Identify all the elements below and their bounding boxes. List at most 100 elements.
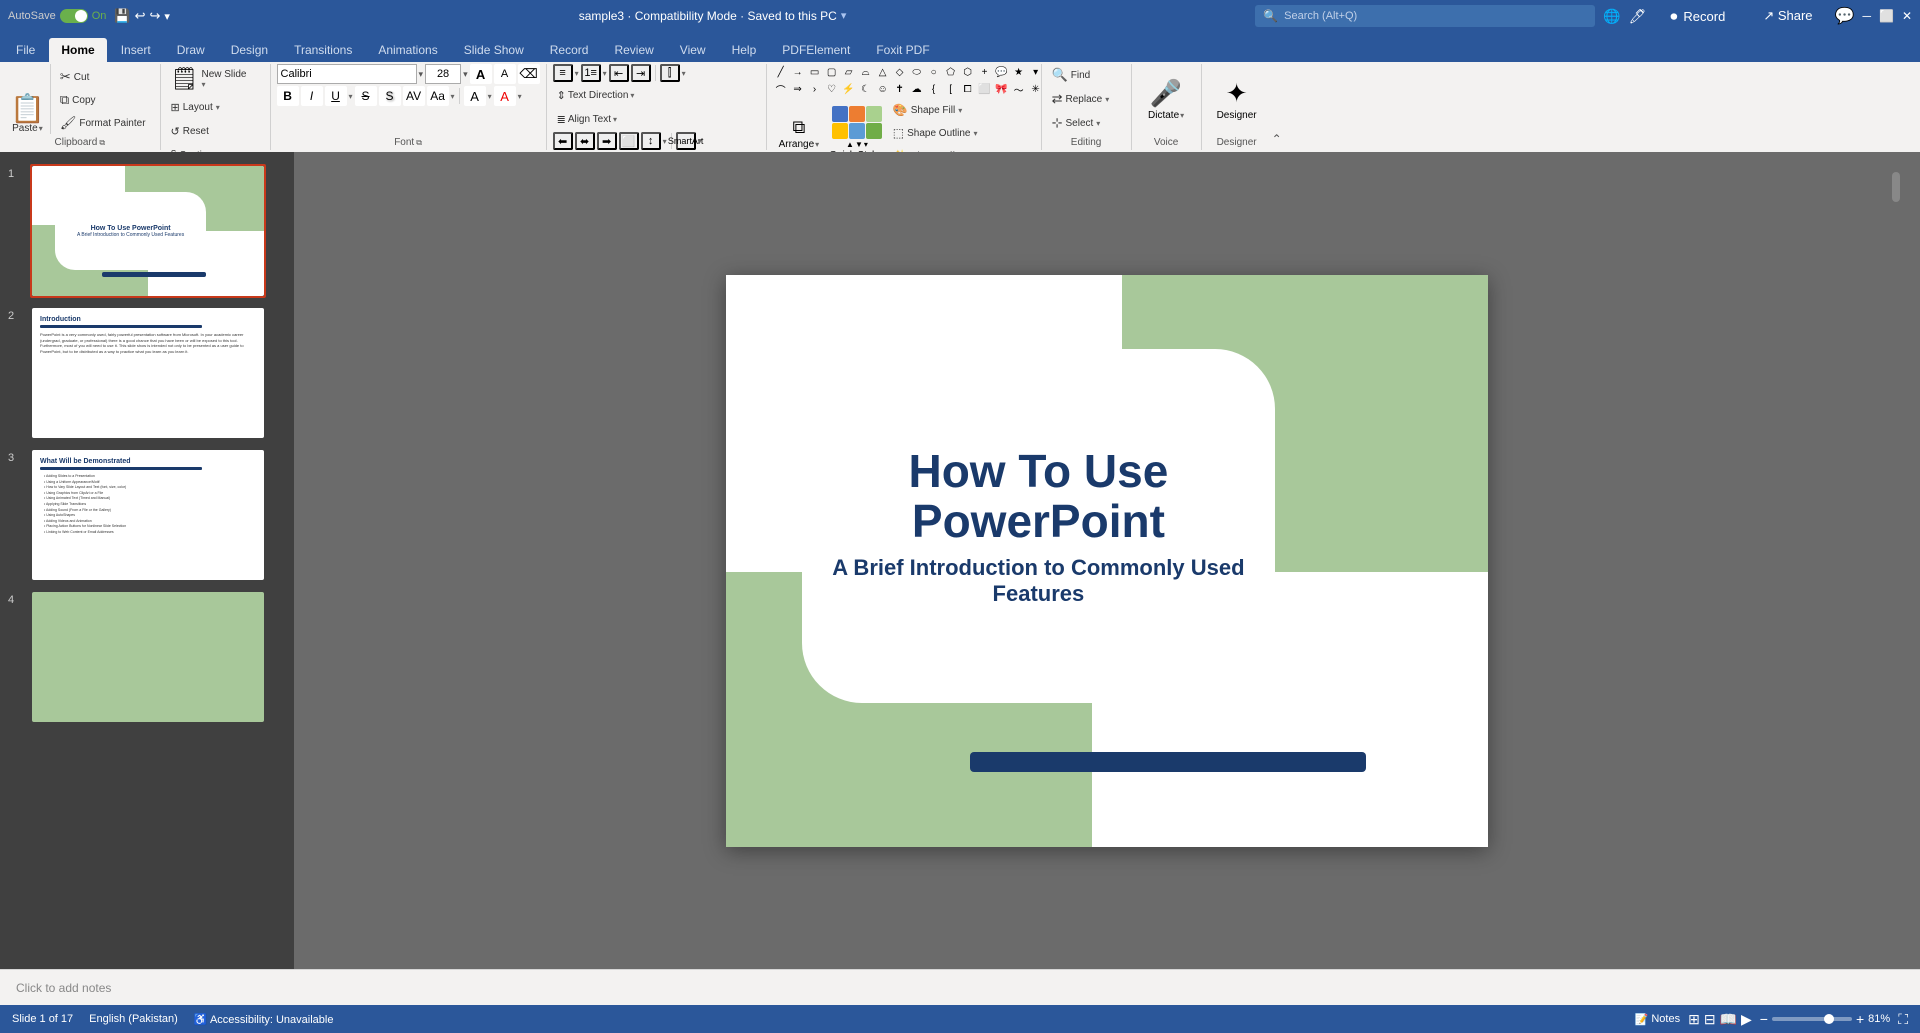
tab-insert[interactable]: Insert xyxy=(109,38,163,62)
quick-styles-grid[interactable] xyxy=(832,106,882,139)
qs-style-6[interactable] xyxy=(866,123,882,139)
designer-button[interactable]: ✦ Designer xyxy=(1211,76,1263,123)
shape-fill-button[interactable]: 🎨 Shape Fill ▾ xyxy=(889,99,984,121)
search-bar[interactable]: 🔍 Search (Alt+Q) xyxy=(1255,5,1595,27)
font-name-input[interactable] xyxy=(277,64,417,84)
text-direction-button[interactable]: ⇕ Text Direction ▾ xyxy=(553,84,639,106)
tab-record[interactable]: Record xyxy=(538,38,601,62)
shape-callout[interactable]: 💬 xyxy=(994,64,1010,80)
paste-dropdown-icon[interactable]: ▾ xyxy=(39,124,43,133)
ribbon-collapse-icon[interactable]: ⌃ xyxy=(1272,132,1282,146)
notes-status-button[interactable]: 📝 Notes xyxy=(1635,1013,1680,1026)
font-color-button[interactable]: A xyxy=(494,86,516,106)
clipboard-expand-icon[interactable]: ⧉ xyxy=(99,138,105,148)
replace-button[interactable]: ⇄ Replace ▾ xyxy=(1048,88,1114,110)
undo-icon[interactable]: ↩ xyxy=(135,8,146,24)
shape-moon[interactable]: ☾ xyxy=(858,81,874,97)
tab-review[interactable]: Review xyxy=(602,38,665,62)
smartart-button[interactable]: SmartArt xyxy=(676,132,696,150)
increase-indent-button[interactable]: ⇥ xyxy=(631,64,651,82)
dictate-button[interactable]: 🎤 Dictate ▾ xyxy=(1142,76,1190,123)
line-spacing-dropdown-icon[interactable]: ▾ xyxy=(663,137,667,146)
shape-rect[interactable]: ▭ xyxy=(807,64,823,80)
tab-help[interactable]: Help xyxy=(720,38,769,62)
shape-plus[interactable]: + xyxy=(977,64,993,80)
qs-style-5[interactable] xyxy=(849,123,865,139)
smartart-dropdown-icon[interactable]: ▾ xyxy=(698,137,702,146)
canvas-scrollbar[interactable] xyxy=(1888,152,1904,969)
slide-thumb-2[interactable]: 2 Introduction PowerPoint is a very comm… xyxy=(0,302,294,444)
slide-image-1[interactable]: How To Use PowerPoint A Brief Introducti… xyxy=(30,164,266,298)
save-icon[interactable]: 💾 xyxy=(114,8,130,24)
restore-icon[interactable]: ⬜ xyxy=(1879,9,1894,23)
shape-ribbon[interactable]: 🎀 xyxy=(994,81,1010,97)
shape-oval[interactable]: ○ xyxy=(926,64,942,80)
bullets-button[interactable]: ≡ xyxy=(553,64,573,82)
shape-block-arrow[interactable]: ⇒ xyxy=(790,81,806,97)
shadow-button[interactable]: S xyxy=(379,86,401,106)
shape-parallelogram[interactable]: ▱ xyxy=(841,64,857,80)
arrange-button[interactable]: ⧉ Arrange ▾ xyxy=(773,115,826,152)
highlight-dropdown-icon[interactable]: ▾ xyxy=(488,92,492,101)
decrease-indent-button[interactable]: ⇤ xyxy=(609,64,629,82)
cut-button[interactable]: ✂ Cut xyxy=(56,66,150,88)
shape-fill-dropdown-icon[interactable]: ▾ xyxy=(958,106,962,115)
font-name-dropdown-icon[interactable]: ▾ xyxy=(419,69,424,80)
columns-button[interactable]: ⫿ xyxy=(660,64,680,82)
align-text-button[interactable]: ≣ Align Text ▾ xyxy=(553,108,621,130)
tab-foxit[interactable]: Foxit PDF xyxy=(864,38,941,62)
tab-file[interactable]: File xyxy=(4,38,47,62)
tab-slideshow[interactable]: Slide Show xyxy=(452,38,536,62)
italic-button[interactable]: I xyxy=(301,86,323,106)
qs-style-2[interactable] xyxy=(849,106,865,122)
shape-heart[interactable]: ♡ xyxy=(824,81,840,97)
find-button[interactable]: 🔍 Find xyxy=(1048,64,1095,86)
slide-thumb-3[interactable]: 3 What Will be Demonstrated • Adding Sli… xyxy=(0,444,294,586)
title-dropdown-icon[interactable]: ▾ xyxy=(841,9,847,23)
slide-sorter-icon[interactable]: ⊟ xyxy=(1704,1011,1716,1028)
change-case-button[interactable]: Aa xyxy=(427,86,449,106)
tab-pdfelement[interactable]: PDFElement xyxy=(770,38,862,62)
underline-button[interactable]: U xyxy=(325,86,347,106)
shape-star5[interactable]: ★ xyxy=(1011,64,1027,80)
zoom-percent[interactable]: 81% xyxy=(1868,1013,1890,1025)
reading-view-icon[interactable]: 📖 xyxy=(1720,1011,1737,1028)
tab-design[interactable]: Design xyxy=(219,38,280,62)
arrange-dropdown-icon[interactable]: ▾ xyxy=(815,140,819,149)
normal-view-icon[interactable]: ⊞ xyxy=(1688,1011,1700,1028)
format-painter-button[interactable]: 🖌 Format Painter xyxy=(56,112,150,134)
share-button[interactable]: ↗ Share xyxy=(1749,2,1826,30)
scroll-thumb[interactable] xyxy=(1892,172,1900,202)
tab-home[interactable]: Home xyxy=(49,38,106,62)
tab-transitions[interactable]: Transitions xyxy=(282,38,364,62)
align-left-button[interactable]: ⬅ xyxy=(553,132,573,150)
shape-cloud[interactable]: ☁ xyxy=(909,81,925,97)
clear-formatting-button[interactable]: ⌫ xyxy=(518,64,540,84)
u-dropdown-icon[interactable]: ▾ xyxy=(349,92,353,101)
case-dropdown-icon[interactable]: ▾ xyxy=(451,92,455,101)
comments-icon[interactable]: 💬 xyxy=(1835,6,1855,26)
numbering-dropdown-icon[interactable]: ▾ xyxy=(603,69,607,78)
zoom-in-icon[interactable]: + xyxy=(1856,1011,1864,1027)
shape-bracket[interactable]: [ xyxy=(943,81,959,97)
select-button[interactable]: ⊹ Select ▾ xyxy=(1048,112,1105,134)
shape-curve[interactable]: ⌒ xyxy=(773,81,789,97)
shape-hexagon[interactable]: ⬡ xyxy=(960,64,976,80)
align-text-dropdown-icon[interactable]: ▾ xyxy=(613,115,617,124)
qs-style-3[interactable] xyxy=(866,106,882,122)
text-direction-dropdown-icon[interactable]: ▾ xyxy=(630,91,634,100)
char-spacing-button[interactable]: AV xyxy=(403,86,425,106)
decrease-font-button[interactable]: A xyxy=(494,64,516,84)
shape-wave[interactable]: 〜 xyxy=(1011,81,1027,97)
quick-styles-nav[interactable]: ▲ ▼ ▾ xyxy=(846,140,868,149)
font-size-input[interactable] xyxy=(425,64,461,84)
font-expand-icon[interactable]: ⧉ xyxy=(416,138,422,148)
slide-image-2[interactable]: Introduction PowerPoint is a very common… xyxy=(30,306,266,440)
shape-chevron[interactable]: › xyxy=(807,81,823,97)
numbering-button[interactable]: 1≡ xyxy=(581,64,601,82)
bullets-dropdown-icon[interactable]: ▾ xyxy=(575,69,579,78)
font-color-dropdown-icon[interactable]: ▾ xyxy=(518,92,522,101)
replace-dropdown-icon[interactable]: ▾ xyxy=(1105,95,1109,104)
zoom-slider[interactable] xyxy=(1772,1017,1852,1021)
shape-brace[interactable]: { xyxy=(926,81,942,97)
